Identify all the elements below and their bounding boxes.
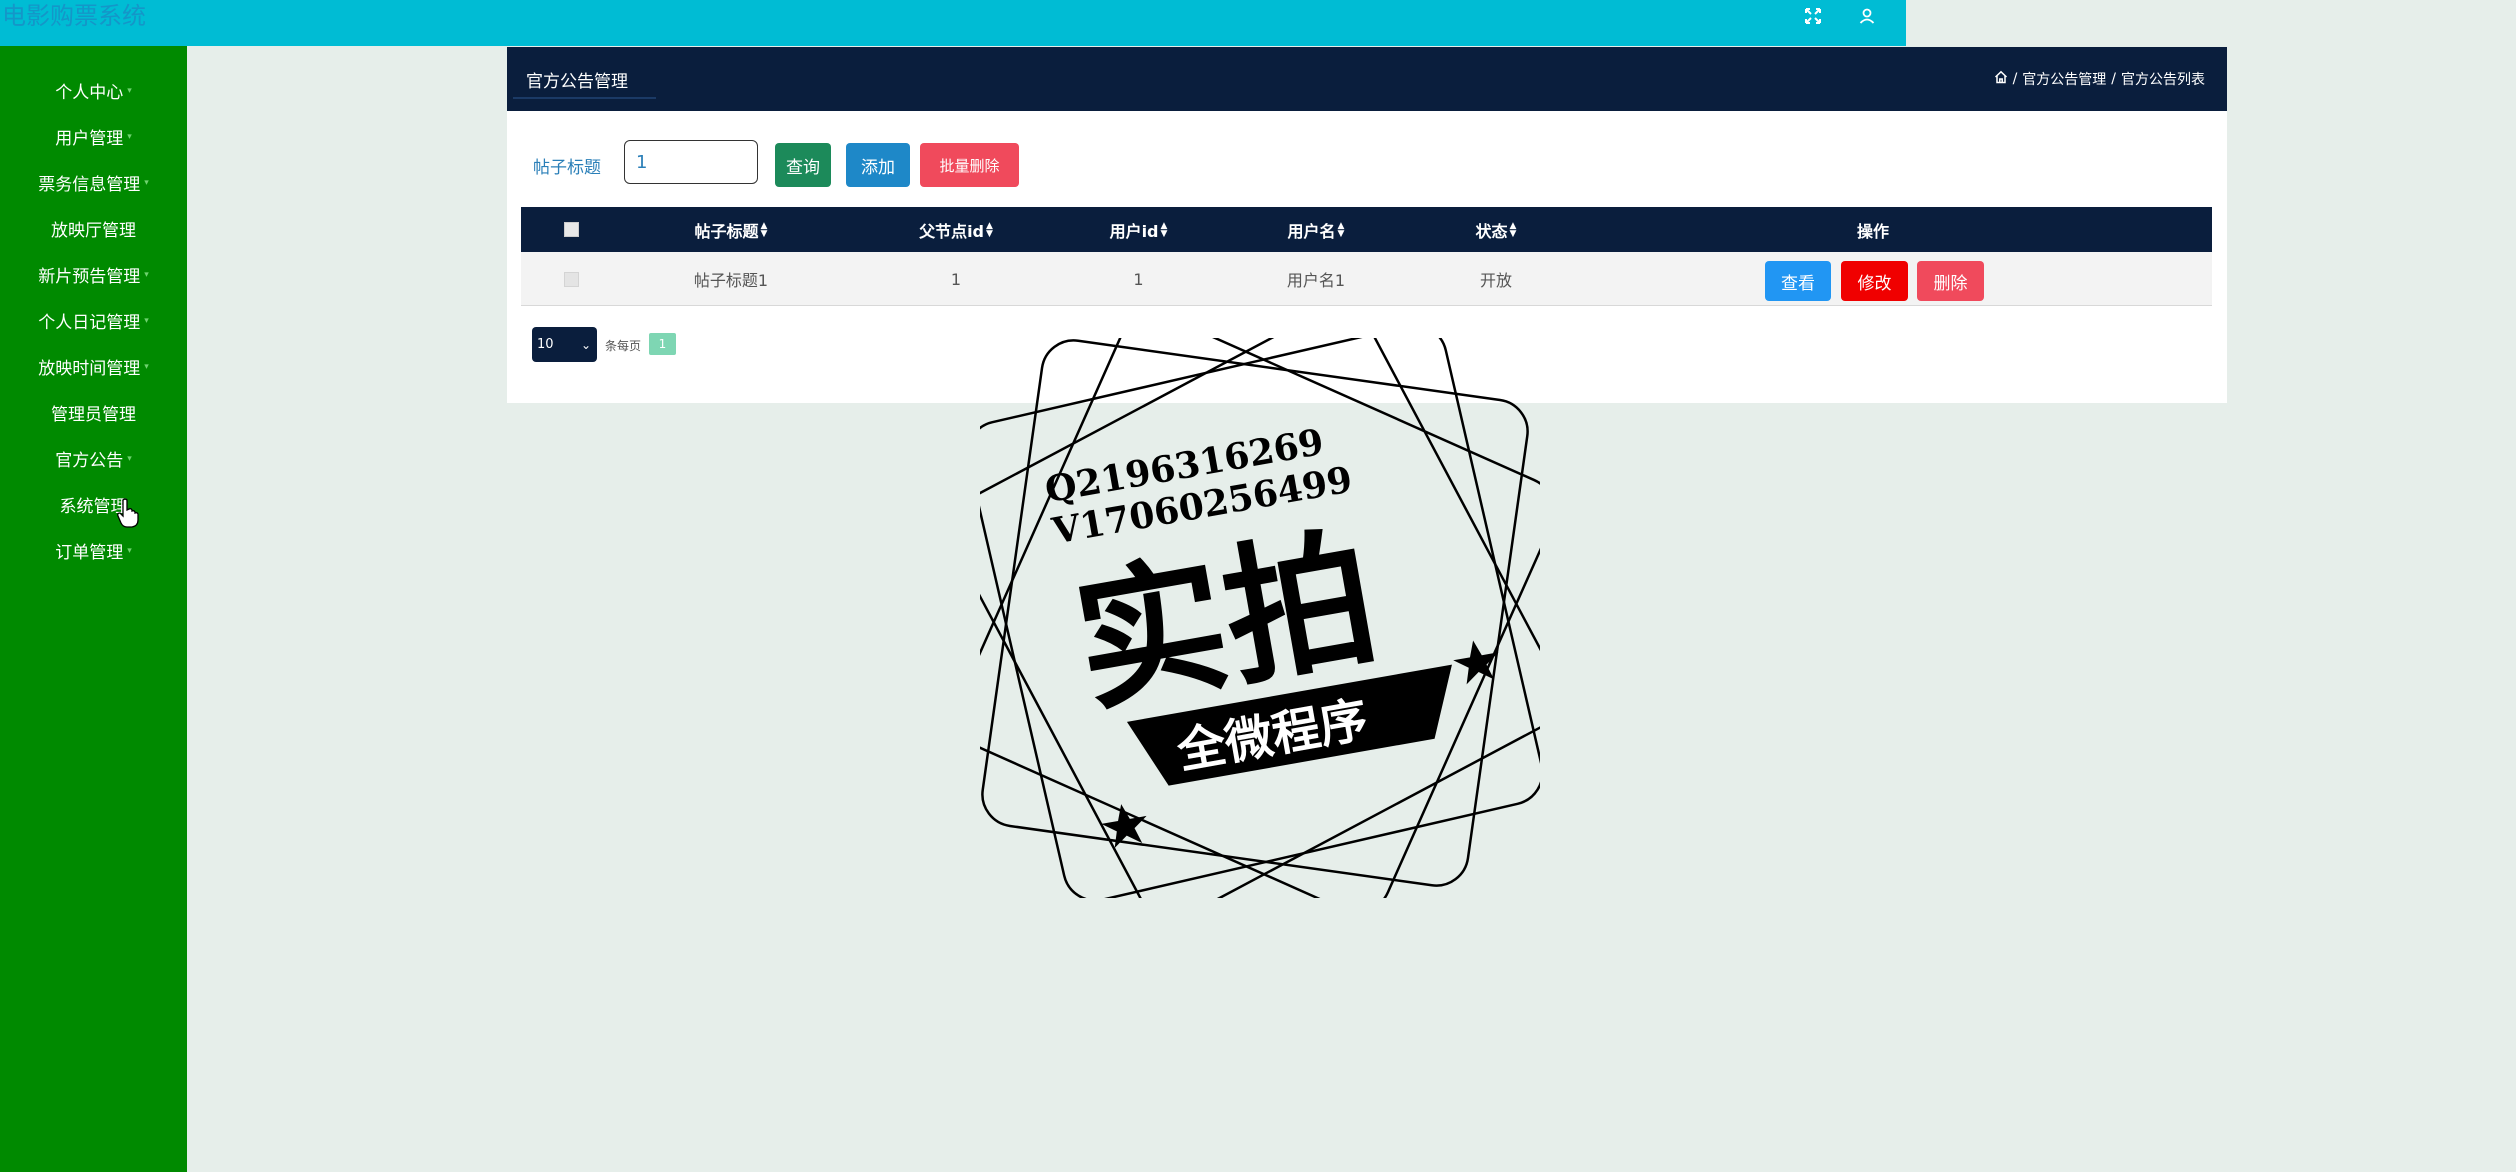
column-header-user-id[interactable]: 用户id ▲ ▼ (1071, 207, 1206, 252)
top-bar: 电影购票系统 (0, 0, 1906, 46)
per-page-label: 条每页 (605, 339, 642, 353)
sort-icon[interactable]: ▲ ▼ (986, 221, 993, 238)
caret-down-icon: ▾ (144, 270, 149, 280)
breadcrumb-item: 官方公告列表 (2121, 72, 2205, 88)
row-select-cell (521, 252, 621, 306)
sidebar-item-orders[interactable]: 订单管理 ▾ (0, 527, 187, 573)
page-number-current[interactable]: 1 (649, 333, 676, 355)
sidebar-item-diary[interactable]: 个人日记管理 ▾ (0, 297, 187, 343)
sidebar-item-label: 官方公告 (55, 450, 124, 471)
caret-down-icon: ▾ (144, 316, 149, 326)
add-button[interactable]: 添加 (846, 143, 910, 187)
sidebar: 个人中心 ▾ 用户管理 ▾ 票务信息管理 ▾ 放映厅管理 新片预告管理 ▾ 个人日记管理… (0, 46, 187, 1172)
column-header-status[interactable]: 状态 ▲ ▼ (1426, 207, 1566, 252)
stamp-graphic: Q2196316269 V17060256499 实拍 全微程序 (947, 305, 1563, 921)
column-header-label: 操作 (1856, 221, 1889, 241)
cell-username: 用户名1 (1286, 271, 1346, 290)
hand-cursor-icon (117, 498, 139, 532)
sidebar-item-showtimes[interactable]: 放映时间管理 ▾ (0, 343, 187, 389)
header-select-all[interactable] (521, 207, 621, 252)
caret-down-icon: ▾ (127, 86, 132, 96)
sidebar-item-label: 订单管理 (55, 542, 124, 563)
sidebar-item-system[interactable]: 系统管理 (0, 481, 187, 527)
sidebar-item-announcements[interactable]: 官方公告 ▾ (0, 435, 187, 481)
cell-parent-id: 1 (950, 269, 962, 289)
batch-delete-button[interactable]: 批量删除 (920, 143, 1019, 187)
table-row: 帖子标题1 1 1 用户名1 开放 查看 修改 删除 (521, 252, 2212, 306)
query-button[interactable]: 查询 (775, 143, 831, 187)
user-icon[interactable] (1853, 2, 1881, 30)
breadcrumb-separator: / (2111, 71, 2116, 87)
view-button[interactable]: 查看 (1765, 261, 1831, 301)
column-header-label: 用户名 (1287, 221, 1336, 241)
table-header: 帖子标题 ▲ ▼ 父节点id ▲ ▼ 用户id ▲ ▼ 用户名 ▲ ▼ 状态 ▲ ▼ 操作 (521, 207, 2212, 252)
sidebar-item-label: 管理员管理 (51, 404, 136, 425)
caret-down-icon: ▾ (144, 178, 149, 188)
row-checkbox[interactable] (563, 271, 579, 287)
page-size-value: 10 (537, 337, 554, 352)
title-underline (513, 97, 656, 99)
sidebar-item-admins[interactable]: 管理员管理 (0, 389, 187, 435)
app-title: 电影购票系统 (2, 2, 146, 30)
breadcrumb: / 官方公告管理 / 官方公告列表 (1994, 69, 2205, 89)
caret-down-icon: ▾ (127, 454, 132, 464)
home-icon[interactable] (1994, 70, 2008, 88)
caret-down-icon: ▾ (144, 362, 149, 372)
column-header-actions: 操作 (1566, 207, 2180, 252)
sidebar-item-tickets[interactable]: 票务信息管理 ▾ (0, 159, 187, 205)
sidebar-item-users[interactable]: 用户管理 ▾ (0, 113, 187, 159)
search-label: 帖子标题 (533, 158, 601, 178)
column-header-label: 帖子标题 (694, 221, 759, 241)
sidebar-item-label: 个人日记管理 (38, 312, 141, 333)
breadcrumb-item[interactable]: 官方公告管理 (2022, 69, 2106, 89)
column-header-parent-id[interactable]: 父节点id ▲ ▼ (841, 207, 1071, 252)
breadcrumb-separator: / (2012, 71, 2018, 87)
cell-user-id: 1 (1133, 269, 1144, 289)
chevron-down-icon: ⌄ (580, 337, 591, 352)
caret-down-icon: ▾ (127, 132, 132, 142)
select-all-checkbox[interactable] (563, 222, 579, 237)
sidebar-item-label: 个人中心 (55, 82, 124, 103)
column-header-label: 用户id (1109, 221, 1159, 241)
sort-icon[interactable]: ▲ ▼ (1510, 221, 1517, 238)
column-header-username[interactable]: 用户名 ▲ ▼ (1206, 207, 1426, 252)
fullscreen-icon[interactable] (1799, 2, 1827, 30)
sidebar-item-trailers[interactable]: 新片预告管理 ▾ (0, 251, 187, 297)
sidebar-item-label: 放映时间管理 (38, 358, 141, 379)
sidebar-item-label: 放映厅管理 (51, 220, 136, 241)
sidebar-item-halls[interactable]: 放映厅管理 (0, 205, 187, 251)
sort-icon[interactable]: ▲ ▼ (1161, 221, 1168, 238)
edit-button[interactable]: 修改 (1841, 261, 1908, 301)
sidebar-item-label: 新片预告管理 (38, 266, 141, 287)
cell-title: 帖子标题1 (693, 271, 769, 290)
panel-header: 官方公告管理 / 官方公告管理 / 官方公告列表 (507, 47, 2227, 111)
sort-icon[interactable]: ▲ ▼ (761, 221, 768, 238)
delete-button[interactable]: 删除 (1917, 261, 1984, 301)
sidebar-item-personal-center[interactable]: 个人中心 ▾ (0, 67, 187, 113)
column-header-title[interactable]: 帖子标题 ▲ ▼ (621, 207, 841, 252)
cell-status: 开放 (1479, 271, 1512, 290)
page-size-select[interactable]: 10 ⌄ (532, 327, 597, 362)
caret-down-icon: ▾ (127, 546, 132, 556)
column-header-label: 状态 (1475, 221, 1508, 241)
column-header-label: 父节点id (919, 221, 985, 241)
sidebar-item-label: 票务信息管理 (38, 174, 141, 195)
watermark-stamp: Q2196316269 V17060256499 实拍 全微程序 (947, 305, 1563, 921)
search-input[interactable] (624, 140, 758, 184)
sort-icon[interactable]: ▲ ▼ (1338, 221, 1345, 238)
sidebar-item-label: 用户管理 (55, 128, 124, 149)
page-title: 官方公告管理 (526, 72, 628, 92)
